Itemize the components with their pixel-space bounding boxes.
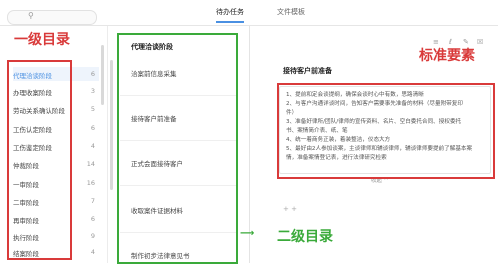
sidebar-item-count: 4 xyxy=(90,248,95,256)
middle-scrollbar[interactable] xyxy=(110,60,113,190)
tab-file-templates[interactable]: 文件模板 xyxy=(277,7,305,17)
search-icon[interactable]: ⚲ xyxy=(28,11,34,20)
sidebar-item-count: 14 xyxy=(86,160,95,168)
add-icon[interactable]: + + xyxy=(283,205,297,213)
tab-todo-tasks[interactable]: 待办任务 xyxy=(216,7,244,23)
sidebar-item-count: 16 xyxy=(86,179,95,187)
arrow-icon: ⟶ xyxy=(240,228,255,239)
level2-annotation-label: 二级目录 xyxy=(277,229,333,245)
level1-annotation-label: 一级目录 xyxy=(14,32,70,48)
sidebar-item-count: 7 xyxy=(90,197,95,205)
standard-annotation-label: 标准要素 xyxy=(419,48,475,64)
standard-annotation-box xyxy=(277,83,495,179)
sidebar-item-count: 6 xyxy=(90,124,95,132)
level2-annotation-box xyxy=(117,33,238,264)
sidebar-item-count: 6 xyxy=(90,70,95,78)
sidebar-item-count: 3 xyxy=(90,87,95,95)
level1-annotation-box xyxy=(7,60,72,260)
search-input[interactable] xyxy=(7,10,97,25)
sidebar-item-count: 4 xyxy=(90,142,95,150)
sidebar-item-count: 6 xyxy=(90,215,95,223)
sidebar-item-count: 5 xyxy=(90,105,95,113)
sidebar-item-count: 9 xyxy=(90,232,95,240)
delete-icon[interactable]: ☒ xyxy=(477,38,483,46)
sidebar-scrollbar[interactable] xyxy=(101,45,104,105)
detail-title: 接待客户前准备 xyxy=(283,67,332,75)
